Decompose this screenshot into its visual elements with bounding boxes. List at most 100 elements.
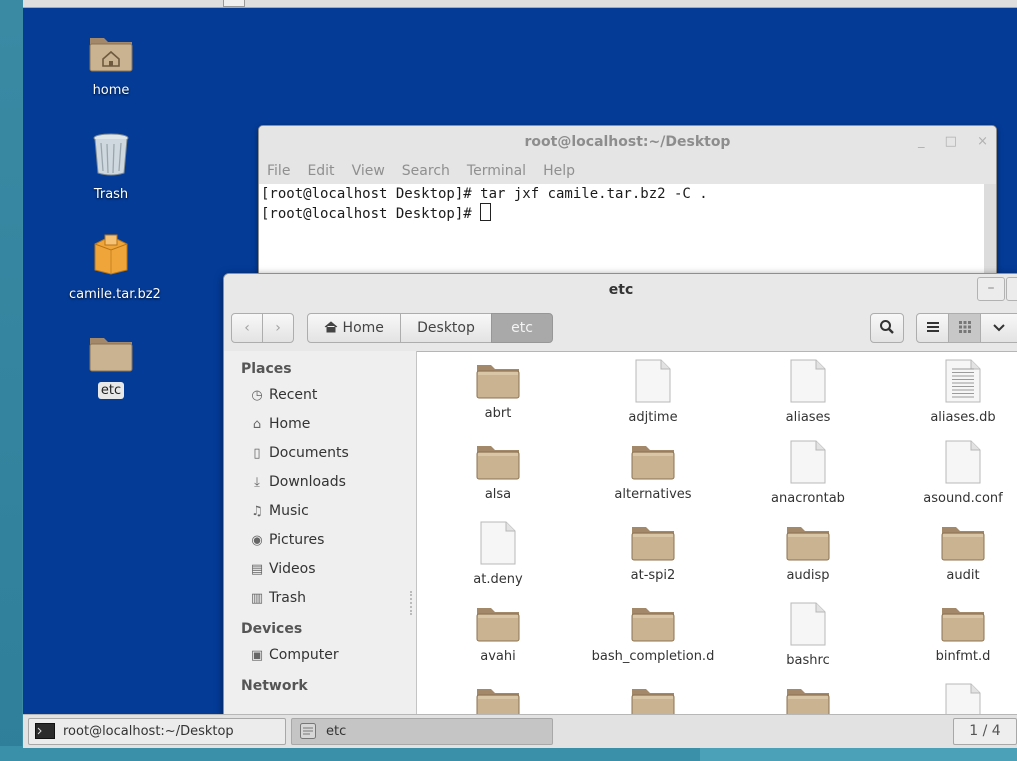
grid-icon (958, 321, 971, 333)
file-item-label: bashrc (786, 653, 830, 668)
terminal-titlebar[interactable]: root@localhost:~/Desktop _ □ × (259, 126, 996, 158)
file-item[interactable]: avahi (423, 602, 573, 664)
search-button[interactable] (870, 313, 904, 343)
file-item[interactable]: binfmt.d (888, 602, 1017, 664)
sidebar-item-videos[interactable]: ▤ Videos (224, 555, 416, 584)
file-item-label: audisp (786, 568, 830, 583)
file-item[interactable]: aliases (733, 359, 883, 425)
file-item[interactable]: alsa (423, 440, 573, 502)
folder-icon (941, 608, 985, 642)
chevron-left-icon: ‹ (244, 320, 250, 336)
file-item[interactable] (578, 683, 728, 715)
file-icon (790, 602, 826, 646)
folder-icon (631, 689, 675, 715)
file-item-label: avahi (480, 649, 516, 664)
file-item[interactable]: anacrontab (733, 440, 883, 506)
panel-tab[interactable] (223, 0, 245, 7)
folder-icon (476, 608, 520, 642)
workspace-pager[interactable]: 1 / 4 (953, 718, 1017, 745)
breadcrumb-home[interactable]: Home (307, 313, 401, 343)
file-item[interactable]: audit (888, 521, 1017, 583)
sidebar-item-music[interactable]: ♫ Music (224, 497, 416, 526)
file-item-label: alternatives (614, 487, 692, 502)
list-view-button[interactable] (916, 313, 949, 343)
desktop-icon-home[interactable]: home (66, 30, 156, 99)
search-icon (880, 320, 894, 334)
menu-file[interactable]: File (267, 158, 290, 184)
file-grid[interactable]: abrt adjtime aliases aliases.db alsa alternat… (417, 351, 1017, 715)
forward-button[interactable]: › (262, 313, 294, 343)
file-item[interactable]: alternatives (578, 440, 728, 502)
file-item-label: alsa (484, 487, 512, 502)
desktop-icon-archive[interactable]: camile.tar.bz2 (66, 232, 161, 303)
file-item-label: anacrontab (771, 491, 845, 506)
file-item[interactable]: aliases.db (888, 359, 1017, 425)
file-item[interactable] (733, 683, 883, 715)
folder-icon (476, 689, 520, 715)
sidebar-item-home[interactable]: ⌂ Home (224, 410, 416, 439)
chevron-down-icon (993, 324, 1005, 332)
file-icon (790, 440, 826, 484)
taskbar-item-files[interactable]: etc (291, 718, 553, 745)
sidebar-item-trash[interactable]: ▥ Trash (224, 584, 416, 613)
file-item-label: aliases.db (930, 410, 996, 425)
breadcrumb-etc[interactable]: etc (491, 313, 553, 343)
file-manager-window[interactable]: etc – ‹ › Home Desktop etc Places ◷ Recen… (223, 273, 1017, 716)
file-item[interactable]: bashrc (733, 602, 883, 668)
menu-search[interactable]: Search (402, 158, 450, 184)
terminal-window[interactable]: root@localhost:~/Desktop _ □ × File Edit… (258, 125, 997, 287)
home-icon (324, 321, 338, 333)
desktop-icon-etc[interactable]: etc (66, 332, 156, 399)
close-icon[interactable]: × (977, 134, 988, 149)
file-item[interactable] (888, 683, 1017, 715)
sidebar-item-recent[interactable]: ◷ Recent (224, 381, 416, 410)
file-item[interactable]: asound.conf (888, 440, 1017, 506)
file-item[interactable]: adjtime (578, 359, 728, 425)
files-titlebar[interactable]: etc – (224, 274, 1017, 306)
file-item[interactable]: audisp (733, 521, 883, 583)
file-item-label: bash_completion.d (591, 649, 715, 664)
maximize-icon[interactable]: □ (945, 134, 957, 149)
desktop-icon-label: camile.tar.bz2 (69, 287, 161, 302)
menu-help[interactable]: Help (543, 158, 575, 184)
menu-edit[interactable]: Edit (307, 158, 334, 184)
taskbar-item-terminal[interactable]: root@localhost:~/Desktop (28, 718, 286, 745)
sidebar-item-pictures[interactable]: ◉ Pictures (224, 526, 416, 555)
back-button[interactable]: ‹ (231, 313, 263, 343)
archive-icon (94, 234, 128, 275)
sidebar-item-computer[interactable]: ▣ Computer (224, 641, 416, 670)
music-icon: ♫ (251, 504, 263, 519)
desktop-icon-trash[interactable]: Trash (66, 132, 156, 203)
terminal-output[interactable]: [root@localhost Desktop]# tar jxf camile… (259, 184, 996, 224)
devices-heading: Devices (241, 621, 303, 637)
file-item[interactable]: at.deny (423, 521, 573, 587)
grid-view-button[interactable] (948, 313, 981, 343)
chevron-right-icon: › (275, 320, 281, 336)
file-item[interactable]: abrt (423, 359, 573, 421)
file-item[interactable] (423, 683, 573, 715)
maximize-icon[interactable] (1006, 277, 1017, 301)
breadcrumb-label: Home (342, 320, 384, 336)
sidebar-item-documents[interactable]: ▯ Documents (224, 439, 416, 468)
sidebar-resize-handle[interactable] (410, 591, 414, 615)
sidebar-item-downloads[interactable]: ⤓ Downloads (224, 468, 416, 497)
breadcrumb-desktop[interactable]: Desktop (400, 313, 492, 343)
taskbar-item-label: root@localhost:~/Desktop (63, 724, 234, 739)
minimize-icon[interactable]: – (977, 277, 1005, 301)
file-item[interactable]: at-spi2 (578, 521, 728, 583)
file-item-label: audit (946, 568, 980, 583)
file-icon (945, 683, 981, 715)
menu-terminal[interactable]: Terminal (467, 158, 526, 184)
minimize-icon[interactable]: _ (918, 134, 925, 149)
file-item[interactable]: bash_completion.d (578, 602, 728, 664)
places-heading: Places (241, 361, 292, 377)
file-item-label: adjtime (628, 410, 678, 425)
terminal-scrollbar[interactable] (984, 184, 996, 286)
places-sidebar: Places ◷ Recent ⌂ Home ▯ Documents ⤓ Downloa… (224, 351, 417, 715)
taskbar: root@localhost:~/Desktop etc 1 / 4 (23, 714, 1017, 748)
menu-view[interactable]: View (352, 158, 385, 184)
view-menu-button[interactable] (980, 313, 1017, 343)
terminal-prompt: [root@localhost Desktop]# (261, 206, 481, 222)
terminal-cursor (480, 203, 492, 221)
file-item-label: aliases (785, 410, 831, 425)
